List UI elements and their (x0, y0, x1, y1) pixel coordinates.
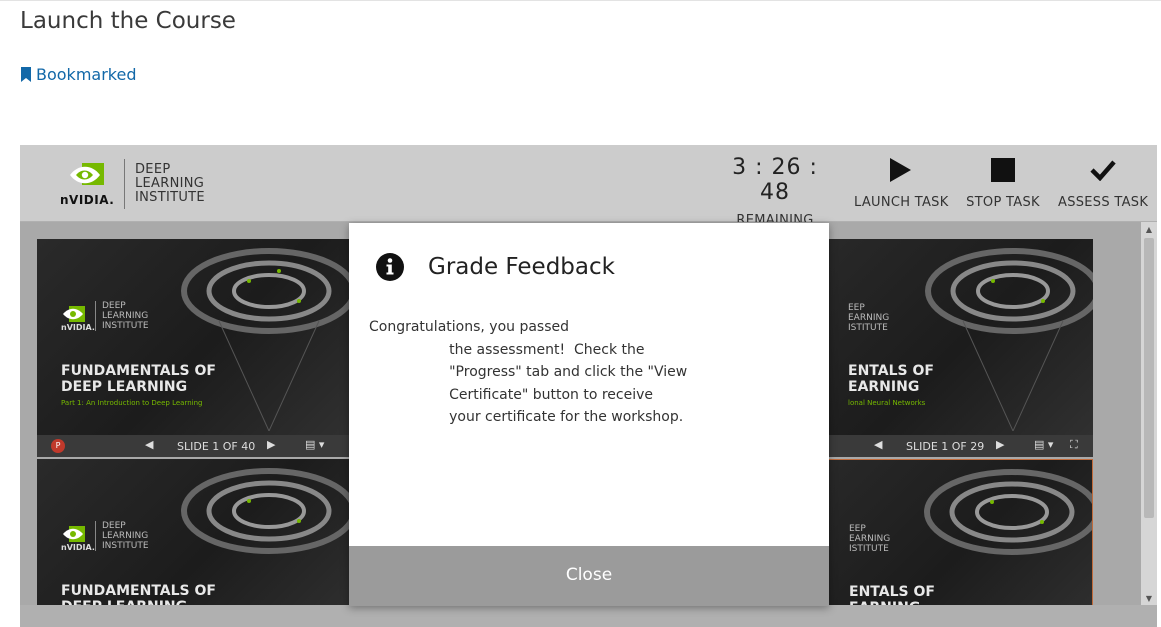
slide-title: ENTALS OF EARNING (848, 363, 934, 395)
dli-text: DEEP LEARNING INSTITUTE (135, 163, 205, 205)
play-icon (890, 158, 911, 182)
assess-task-label: ASSESS TASK (1058, 195, 1149, 210)
neural-art-image (925, 248, 1093, 431)
slide-controls-2: ◀ SLIDE 1 OF 29 ▶ ▤ ▾ ⛶ (800, 435, 1093, 457)
nvidia-wordmark: nVIDIA. (61, 323, 95, 332)
launch-task-label: LAUNCH TASK (854, 195, 949, 210)
prev-slide-button[interactable]: ◀ (874, 438, 882, 451)
timer-value: 3 : 26 : 48 (732, 155, 818, 205)
top-divider (0, 0, 1161, 4)
powerpoint-icon: P (51, 439, 65, 453)
notes-menu-icon[interactable]: ▤ ▾ (305, 438, 324, 451)
launch-task-button[interactable]: LAUNCH TASK (854, 157, 949, 210)
page-title: Launch the Course (20, 8, 236, 34)
notes-menu-icon[interactable]: ▤ ▾ (1034, 438, 1053, 451)
close-button[interactable]: Close (349, 546, 829, 606)
dli-line-1: DEEP (135, 162, 171, 177)
fullscreen-icon[interactable]: ⛶ (1070, 438, 1078, 452)
course-header: nVIDIA. DEEP LEARNING INSTITUTE 3 : 26 :… (20, 145, 1157, 243)
scroll-thumb[interactable] (1144, 238, 1154, 518)
dialog-title: Grade Feedback (428, 254, 615, 280)
dialog-body-line: the assessment! Check the (369, 341, 645, 358)
info-icon (376, 253, 404, 281)
slide-counter: SLIDE 1 OF 29 (906, 440, 985, 453)
bookmark-link[interactable]: Bookmarked (20, 65, 136, 84)
nvidia-wordmark: nVIDIA. (61, 543, 95, 552)
next-slide-button[interactable]: ▶ (996, 438, 1004, 451)
dialog-body-line: "Progress" tab and click the "View (369, 364, 688, 380)
checkmark-icon (1090, 160, 1116, 181)
slide-counter: SLIDE 1 OF 40 (177, 440, 256, 453)
slide-controls-1: P ◀ SLIDE 1 OF 40 ▶ ▤ ▾ (37, 435, 349, 457)
dialog-body: Congratulations, you passed the assessme… (369, 316, 687, 429)
dli-logo: nVIDIA. DEEP LEARNING INSTITUTE (60, 159, 205, 209)
dialog-footer: Close (349, 546, 829, 606)
slide-deck-1[interactable]: DEEP LEARNING INSTITUTE nVIDIA. FUNDAMEN… (37, 239, 349, 435)
logo-divider (124, 159, 125, 209)
slide-logo-partial: EEP EARNING ISTITUTE (848, 303, 890, 333)
nvidia-eye-icon (70, 163, 104, 185)
dialog-header: Grade Feedback (376, 253, 615, 281)
content-scrollbar[interactable]: ▲ ▼ (1141, 222, 1157, 607)
grade-feedback-dialog: Grade Feedback Congratulations, you pass… (349, 223, 829, 606)
slide-title: FUNDAMENTALS OF DEEP LEARNING (61, 363, 216, 395)
stop-task-label: STOP TASK (966, 195, 1040, 210)
dialog-body-line: your certificate for the workshop. (369, 409, 684, 425)
slide-subtitle: Part 1: An Introduction to Deep Learning (61, 399, 203, 407)
slide-logo-partial: EEP EARNING ISTITUTE (849, 524, 891, 554)
prev-slide-button[interactable]: ◀ (145, 438, 153, 451)
slide-subtitle: lonal Neural Networks (848, 399, 926, 407)
slide-deck-3[interactable]: DEEP LEARNING INSTITUTE nVIDIA. FUNDAMEN… (37, 459, 349, 627)
dli-line-3: INSTITUTE (135, 190, 205, 205)
next-slide-button[interactable]: ▶ (267, 438, 275, 451)
stop-task-button[interactable]: STOP TASK (964, 157, 1042, 210)
dli-line-2: LEARNING (135, 176, 205, 191)
nvidia-wordmark: nVIDIA. (60, 193, 115, 207)
scroll-up-arrow[interactable]: ▲ (1141, 222, 1157, 238)
stop-icon (991, 158, 1015, 182)
slide-deck-4[interactable]: EEP EARNING ISTITUTE ENTALS OF EARNING (800, 459, 1093, 627)
bookmark-label: Bookmarked (36, 65, 137, 84)
slide-deck-2[interactable]: EEP EARNING ISTITUTE ENTALS OF EARNING l… (800, 239, 1093, 435)
dialog-body-line: Congratulations, you passed (369, 319, 570, 335)
dialog-body-line: Certificate" button to receive (369, 386, 654, 403)
bottom-strip (20, 605, 1157, 627)
assess-task-button[interactable]: ASSESS TASK (1058, 157, 1148, 210)
bookmark-icon (21, 67, 31, 82)
